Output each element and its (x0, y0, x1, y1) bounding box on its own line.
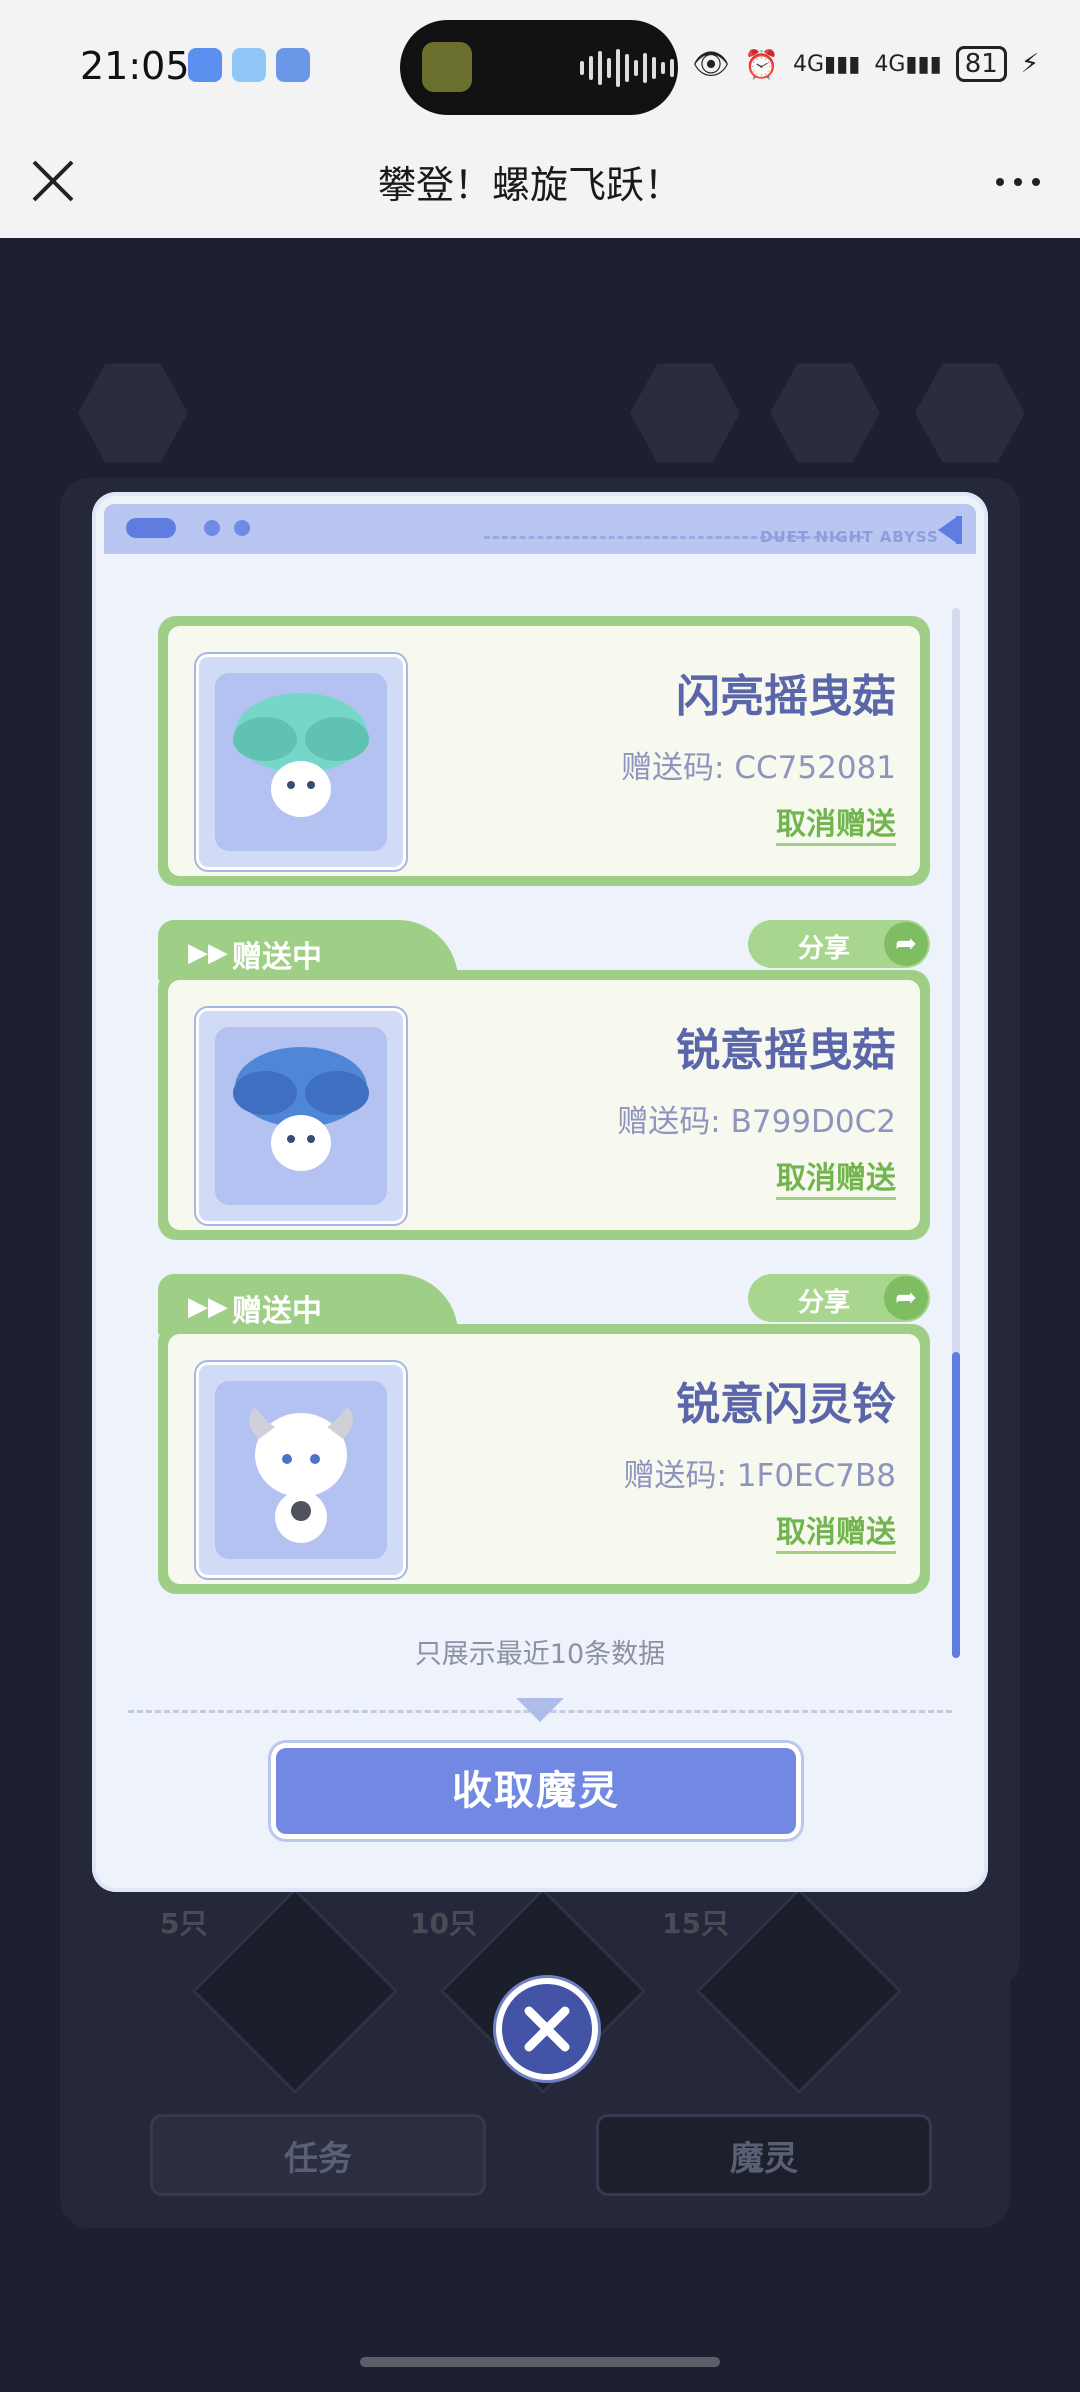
mushroom-icon (233, 1047, 369, 1171)
reward-badge: 15只 (662, 1907, 729, 1940)
back-icon (938, 516, 958, 544)
status-bar: 21:05 👁 ⏰ 4G▮▮▮ 4G▮▮▮ 81 ⚡ (0, 0, 1080, 136)
reward-badge: 5只 (160, 1907, 208, 1940)
music-icon[interactable] (770, 363, 880, 463)
music-cover-icon (422, 42, 472, 92)
spirit-portrait (194, 652, 408, 872)
share-button[interactable]: 分享 ➦ (748, 1274, 930, 1322)
modal-header: DUET NIGHT ABYSS (104, 504, 976, 554)
cancel-gift-button[interactable]: 取消赠送 (776, 1153, 896, 1200)
eye-icon: 👁 (692, 46, 731, 82)
webview-header: 攀登！螺旋飞跃！ (0, 136, 1080, 238)
spirit-portrait (194, 1006, 408, 1226)
more-options-icon[interactable] (996, 178, 1040, 186)
header-watermark: DUET NIGHT ABYSS (760, 528, 939, 546)
status-time: 21:05 (80, 44, 190, 88)
header-dot (234, 520, 250, 536)
alarm-icon: ⏰ (744, 47, 779, 81)
fast-forward-icon: ▶▶ (188, 938, 228, 968)
share-label: 分享 (798, 1288, 851, 1318)
share-arrow-icon: ➦ (884, 922, 928, 966)
spirit-portrait-bg (215, 1027, 387, 1205)
gift-info: 闪亮摇曳菇 赠送码: CC752081 取消赠送 (396, 650, 896, 846)
spirit-name: 锐意闪灵铃 (676, 1379, 896, 1430)
header-dot (126, 518, 176, 538)
weather-icon (232, 48, 266, 82)
notification-icons (188, 48, 310, 82)
header-dot (204, 520, 220, 536)
audio-wave-icon (580, 48, 674, 88)
gift-code: 赠送码: 1F0EC7B8 (623, 1458, 896, 1494)
spirit-portrait (194, 1360, 408, 1580)
help-icon[interactable] (630, 363, 740, 463)
gift-card-body: 闪亮摇曳菇 赠送码: CC752081 取消赠送 (168, 626, 920, 876)
reward-badge: 10只 (410, 1907, 477, 1940)
signal-icon-2: 4G▮▮▮ (874, 51, 942, 77)
cancel-gift-button[interactable]: 取消赠送 (776, 1507, 896, 1554)
records-note: 只展示最近10条数据 (414, 1639, 666, 1670)
fast-forward-icon: ▶▶ (188, 1292, 228, 1322)
dynamic-island[interactable] (400, 20, 678, 115)
spirit-portrait-bg (215, 1381, 387, 1559)
home-indicator[interactable] (360, 2357, 720, 2367)
gift-info: 锐意闪灵铃 赠送码: 1F0EC7B8 取消赠送 (396, 1358, 896, 1554)
page-title: 攀登！螺旋飞跃！ (377, 163, 682, 207)
gift-card: 锐意摇曳菇 赠送码: B799D0C2 取消赠送 (158, 970, 930, 1240)
message-icon (188, 48, 222, 82)
gift-records-modal: DUET NIGHT ABYSS 闪亮摇曳菇 赠送码: CC752081 取消赠… (92, 492, 988, 1892)
charging-icon: ⚡ (1020, 49, 1040, 79)
share-arrow-icon: ➦ (884, 1276, 928, 1320)
share-icon[interactable] (915, 363, 1025, 463)
home-icon[interactable] (78, 363, 188, 463)
spirit-portrait-bg (215, 673, 387, 851)
app-icon (276, 48, 310, 82)
gift-card-body: 锐意摇曳菇 赠送码: B799D0C2 取消赠送 (168, 980, 920, 1230)
share-button[interactable]: 分享 ➦ (748, 920, 930, 968)
spirit-tab[interactable]: 魔灵 (596, 2114, 932, 2196)
back-icon-bar (956, 516, 962, 544)
spirit-name: 闪亮摇曳菇 (676, 671, 896, 722)
cancel-gift-button[interactable]: 取消赠送 (776, 799, 896, 846)
gift-info: 锐意摇曳菇 赠送码: B799D0C2 取消赠送 (396, 1004, 896, 1200)
signal-icon-1: 4G▮▮▮ (792, 51, 861, 77)
divider-notch-icon (516, 1698, 564, 1722)
gift-code: 赠送码: CC752081 (621, 750, 896, 786)
gift-card: 锐意闪灵铃 赠送码: 1F0EC7B8 取消赠送 (158, 1324, 930, 1594)
gift-code: 赠送码: B799D0C2 (617, 1104, 896, 1140)
goat-spirit-icon (248, 1407, 354, 1543)
close-modal-button[interactable] (496, 1978, 598, 2080)
collect-spirit-button[interactable]: 收取魔灵 (276, 1748, 796, 1834)
scrollbar-thumb[interactable] (952, 1352, 960, 1658)
close-icon (524, 2006, 570, 2052)
share-label: 分享 (798, 934, 851, 964)
gift-card: 闪亮摇曳菇 赠送码: CC752081 取消赠送 (158, 616, 930, 886)
task-tab[interactable]: 任务 (150, 2114, 486, 2196)
spirit-name: 锐意摇曳菇 (676, 1025, 896, 1076)
mushroom-icon (233, 693, 369, 817)
battery-icon: 81 (955, 46, 1007, 82)
gift-card-body: 锐意闪灵铃 赠送码: 1F0EC7B8 取消赠送 (168, 1334, 920, 1584)
system-icons: 👁 ⏰ 4G▮▮▮ 4G▮▮▮ 81 ⚡ (692, 46, 1039, 82)
